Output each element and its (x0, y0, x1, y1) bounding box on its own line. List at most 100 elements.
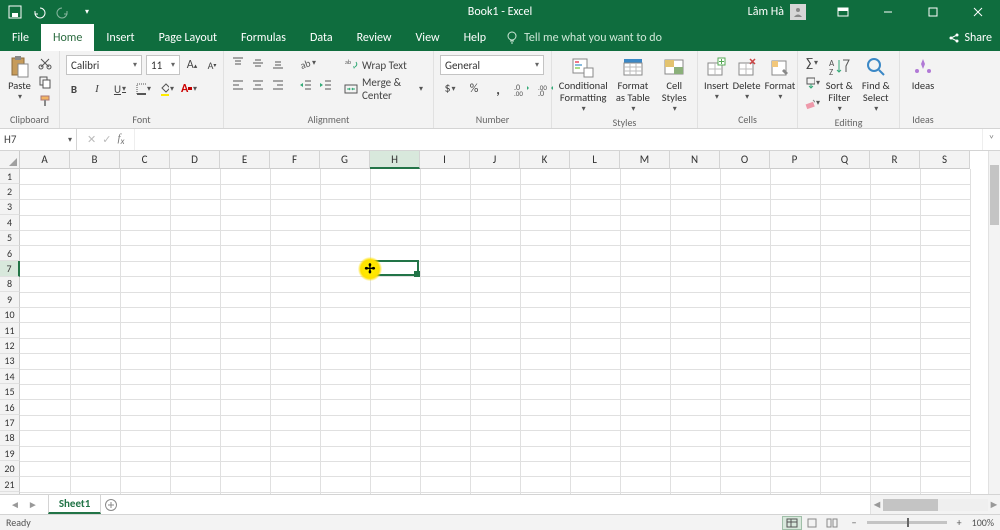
cell[interactable] (120, 231, 170, 246)
percent-icon[interactable]: % (466, 81, 482, 97)
cell[interactable] (820, 492, 870, 494)
undo-icon[interactable] (30, 3, 48, 21)
cell[interactable] (670, 308, 720, 323)
cell[interactable] (220, 292, 270, 307)
cell[interactable] (170, 446, 220, 461)
cell[interactable] (920, 200, 970, 215)
cell[interactable] (720, 215, 770, 230)
cell[interactable] (370, 431, 420, 446)
column-header[interactable]: F (270, 151, 320, 169)
cell[interactable] (520, 308, 570, 323)
cell[interactable] (870, 323, 920, 338)
cell[interactable] (270, 354, 320, 369)
cell[interactable] (820, 323, 870, 338)
column-header[interactable]: M (620, 151, 670, 169)
column-header[interactable]: O (720, 151, 770, 169)
cell[interactable] (720, 461, 770, 476)
cell[interactable] (270, 384, 320, 399)
cell[interactable] (920, 400, 970, 415)
cell[interactable] (270, 308, 320, 323)
cell[interactable] (170, 415, 220, 430)
cell[interactable] (170, 323, 220, 338)
cell[interactable] (420, 323, 470, 338)
cell[interactable] (370, 277, 420, 292)
cell[interactable] (920, 215, 970, 230)
cell[interactable] (520, 292, 570, 307)
row-header[interactable]: 13 (0, 354, 20, 369)
cell[interactable] (170, 261, 220, 276)
cell[interactable] (320, 308, 370, 323)
cell[interactable] (770, 431, 820, 446)
cell[interactable] (270, 292, 320, 307)
insert-function-icon[interactable]: fx (117, 132, 124, 147)
cell[interactable] (920, 384, 970, 399)
cell[interactable] (420, 477, 470, 492)
row-header[interactable]: 7 (0, 261, 20, 276)
column-header[interactable]: D (170, 151, 220, 169)
cell[interactable] (170, 169, 220, 184)
italic-button[interactable]: I (89, 81, 105, 97)
cell[interactable] (170, 492, 220, 494)
cell[interactable] (670, 354, 720, 369)
cell[interactable] (370, 384, 420, 399)
cell[interactable] (720, 369, 770, 384)
cell[interactable] (920, 446, 970, 461)
cell[interactable] (320, 446, 370, 461)
cell[interactable] (170, 231, 220, 246)
cell[interactable] (270, 415, 320, 430)
cell[interactable] (220, 354, 270, 369)
cell[interactable] (870, 169, 920, 184)
cell[interactable] (620, 215, 670, 230)
cell[interactable] (420, 415, 470, 430)
cell[interactable] (720, 308, 770, 323)
tab-review[interactable]: Review (345, 24, 404, 51)
cell[interactable] (70, 246, 120, 261)
cell[interactable] (120, 415, 170, 430)
cell[interactable] (720, 477, 770, 492)
cell[interactable] (470, 384, 520, 399)
cell[interactable] (320, 292, 370, 307)
cell[interactable] (220, 338, 270, 353)
cell[interactable] (520, 246, 570, 261)
cell[interactable] (920, 277, 970, 292)
cell[interactable] (770, 492, 820, 494)
cell[interactable] (170, 400, 220, 415)
cell[interactable] (520, 184, 570, 199)
cell[interactable] (770, 477, 820, 492)
cell[interactable] (270, 246, 320, 261)
decrease-indent-icon[interactable] (298, 77, 314, 93)
tab-formulas[interactable]: Formulas (229, 24, 298, 51)
cell[interactable] (570, 184, 620, 199)
cell[interactable] (620, 292, 670, 307)
cell[interactable] (720, 277, 770, 292)
cell[interactable] (120, 277, 170, 292)
page-layout-view-button[interactable] (802, 516, 822, 530)
cell[interactable] (220, 261, 270, 276)
cell[interactable] (420, 354, 470, 369)
cell[interactable] (520, 323, 570, 338)
cell[interactable] (520, 384, 570, 399)
normal-view-button[interactable] (782, 516, 802, 530)
maximize-button[interactable] (910, 0, 955, 24)
cell[interactable] (720, 446, 770, 461)
cell[interactable] (320, 461, 370, 476)
cell[interactable] (370, 169, 420, 184)
cell[interactable] (920, 461, 970, 476)
cell[interactable] (170, 184, 220, 199)
cell[interactable] (70, 400, 120, 415)
cell[interactable] (770, 261, 820, 276)
cell[interactable] (620, 323, 670, 338)
cell[interactable] (570, 492, 620, 494)
cell[interactable] (120, 308, 170, 323)
enter-formula-icon[interactable]: ✓ (102, 133, 111, 146)
column-header[interactable]: L (570, 151, 620, 169)
cell[interactable] (420, 184, 470, 199)
delete-cells-button[interactable]: Delete▾ (733, 55, 761, 102)
cell[interactable] (720, 415, 770, 430)
cell[interactable] (220, 215, 270, 230)
cell[interactable] (20, 477, 70, 492)
cell[interactable] (320, 323, 370, 338)
cell[interactable] (770, 246, 820, 261)
cell[interactable] (70, 492, 120, 494)
cell[interactable] (870, 446, 920, 461)
